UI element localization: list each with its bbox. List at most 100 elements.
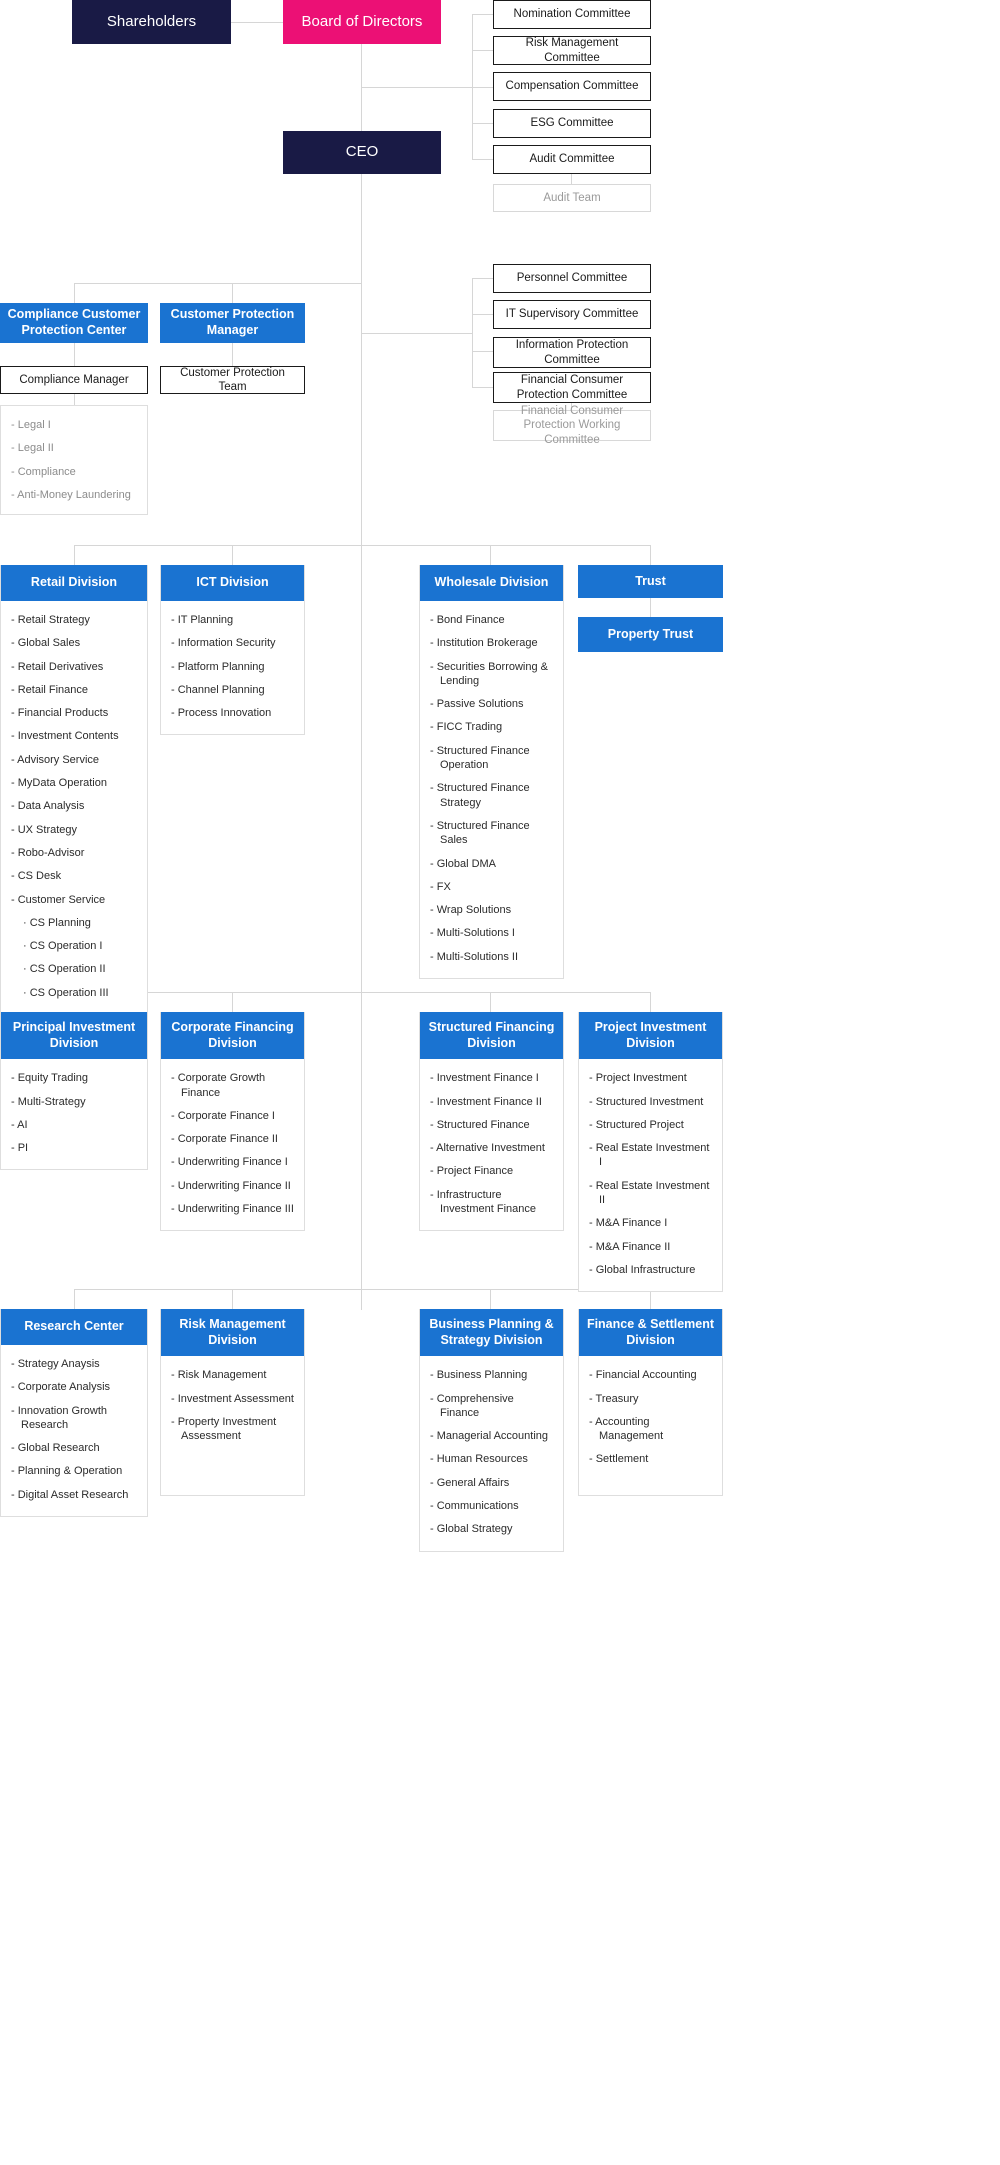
list-item: - Innovation Growth Research (11, 1404, 107, 1431)
committee-nomination-label: Nomination Committee (513, 8, 631, 21)
division-retail[interactable]: Retail Division - Retail Strategy - Glob… (0, 565, 148, 1016)
list-item: - Legal I (11, 419, 51, 431)
committee-information-protection[interactable]: Information Protection Committee (493, 337, 651, 368)
division-corporate-financing[interactable]: Corporate Financing Division - Corporate… (160, 1012, 305, 1232)
customer-protection-manager-label: Customer Protection Manager (170, 307, 295, 337)
connector-board-to-trunk (361, 87, 472, 88)
division-risk-management[interactable]: Risk Management Division - Risk Manageme… (160, 1309, 305, 1496)
connector-div-row3-rc (74, 1289, 75, 1309)
division-project-investment[interactable]: Project Investment Division - Project In… (578, 1012, 723, 1293)
list-item: - Legal II (11, 442, 54, 455)
division-ict[interactable]: ICT Division - IT Planning - Information… (160, 565, 305, 736)
list-item: - Wrap Solutions (430, 904, 512, 917)
committee-esg[interactable]: ESG Committee (493, 109, 651, 138)
property-trust-box[interactable]: Property Trust (578, 617, 723, 652)
list-item: - PI (11, 1142, 29, 1155)
compliance-manager-box[interactable]: Compliance Manager (0, 366, 148, 394)
list-item: - FX (430, 880, 451, 893)
board-of-directors-box[interactable]: Board of Directors (283, 0, 441, 44)
customer-protection-manager-box[interactable]: Customer Protection Manager (160, 303, 305, 343)
list-item: - Human Resources (430, 1453, 528, 1466)
committee-nomination[interactable]: Nomination Committee (493, 0, 651, 29)
list-item: - Structured Finance Strategy (430, 782, 530, 809)
connector-ceo-to-trunk (361, 333, 472, 334)
list-item: - Structured Finance (430, 1118, 530, 1131)
list-item: - Customer Service (11, 893, 106, 906)
audit-team-label: Audit Team (543, 191, 601, 204)
list-item: - M&A Finance II (589, 1240, 671, 1253)
division-structured-financing[interactable]: Structured Financing Division - Investme… (419, 1012, 564, 1232)
connector-div-row3-bp (490, 1289, 491, 1309)
ceo-label: CEO (345, 143, 379, 161)
compliance-customer-protection-center-box[interactable]: Compliance Customer Protection Center (0, 303, 148, 343)
list-item: - Structured Finance Operation (430, 744, 530, 772)
committee-personnel[interactable]: Personnel Committee (493, 264, 651, 293)
committee-audit-label: Audit Committee (529, 153, 615, 166)
connector-cm-to-list (74, 393, 75, 405)
org-chart: Shareholders Board of Directors CEO Nomi… (0, 0, 1000, 2165)
list-item: - Retail Finance (11, 683, 89, 696)
connector-div-row1-ict (232, 545, 233, 565)
list-item: - FICC Trading (430, 721, 503, 734)
committee-it-supervisory[interactable]: IT Supervisory Committee (493, 300, 651, 329)
connector-div-row2-sf (490, 992, 491, 1012)
division-trust[interactable]: Trust (578, 565, 723, 598)
list-item: - MyData Operation (11, 777, 107, 790)
connector-div-row2-proj (650, 992, 651, 1012)
division-principal-investment[interactable]: Principal Investment Division - Equity T… (0, 1012, 148, 1171)
division-structured-financing-title: Structured Financing Division (420, 1012, 563, 1060)
list-item: · CS Operation II (23, 963, 106, 976)
division-retail-title: Retail Division (1, 565, 147, 601)
committee-financial-consumer-protection[interactable]: Financial Consumer Protection Committee (493, 372, 651, 403)
committee-risk-management[interactable]: Risk Management Committee (493, 36, 651, 65)
list-item: - Property Investment Assessment (171, 1415, 277, 1443)
list-item: - Investment Contents (11, 730, 119, 743)
compliance-items-list: - Legal I - Legal II - Compliance - Anti… (0, 405, 148, 516)
committee-compensation[interactable]: Compensation Committee (493, 72, 651, 101)
shareholders-box[interactable]: Shareholders (72, 0, 231, 44)
division-finance-settlement[interactable]: Finance & Settlement Division - Financia… (578, 1309, 723, 1496)
committee-audit[interactable]: Audit Committee (493, 145, 651, 174)
property-trust-label: Property Trust (607, 626, 694, 641)
connector-committee-1 (472, 14, 494, 15)
list-item: - Global Infrastructure (589, 1263, 696, 1276)
list-item: - Institution Brokerage (430, 637, 538, 650)
list-item: - Accounting Management (589, 1415, 664, 1443)
customer-protection-team-label: Customer Protection Team (180, 366, 285, 393)
division-business-planning[interactable]: Business Planning & Strategy Division - … (419, 1309, 564, 1552)
division-project-investment-items: - Project Investment - Structured Invest… (579, 1059, 722, 1291)
list-item: · CS Planning (23, 916, 91, 929)
list-item: - Real Estate Investment I (589, 1142, 710, 1169)
connector-ceo-committee-4 (472, 387, 494, 388)
connector-div-row3 (74, 1289, 650, 1290)
division-wholesale[interactable]: Wholesale Division - Bond Finance - Inst… (419, 565, 564, 980)
list-item: - Equity Trading (11, 1072, 89, 1085)
list-item: - Global Strategy (430, 1523, 513, 1536)
list-item: - Corporate Growth Finance (171, 1072, 266, 1099)
connector-div-row2 (74, 992, 650, 993)
list-item: - Channel Planning (171, 683, 265, 696)
connector-committee-3 (472, 87, 494, 88)
connector-committee-2 (472, 50, 494, 51)
list-item: - Financial Products (11, 707, 109, 720)
ceo-box[interactable]: CEO (283, 131, 441, 174)
list-item: - Data Analysis (11, 800, 85, 813)
committee-compensation-label: Compensation Committee (505, 80, 639, 93)
connector-div-row1 (74, 545, 650, 546)
connector-div-row1-wholesale (490, 545, 491, 565)
connector-compliance-branch (74, 283, 362, 284)
list-item: - Global DMA (430, 857, 497, 870)
division-research-center-title: Research Center (1, 1309, 147, 1345)
division-research-center[interactable]: Research Center - Strategy Anaysis - Cor… (0, 1309, 148, 1518)
list-item: - Planning & Operation (11, 1465, 123, 1478)
customer-protection-team-box[interactable]: Customer Protection Team (160, 366, 305, 394)
list-item: - Communications (430, 1500, 519, 1513)
connector-ceo-committee-2 (472, 314, 494, 315)
committee-information-protection-label: Information Protection Committee (515, 339, 629, 366)
list-item: - Business Planning (430, 1369, 528, 1382)
list-item: - Global Sales (11, 637, 81, 650)
division-project-investment-title: Project Investment Division (579, 1012, 722, 1060)
fcp-working-committee-label: Financial Consumer Protection Working Co… (520, 404, 624, 446)
list-item: - Global Research (11, 1442, 100, 1455)
connector-shareholders-board (231, 22, 288, 23)
